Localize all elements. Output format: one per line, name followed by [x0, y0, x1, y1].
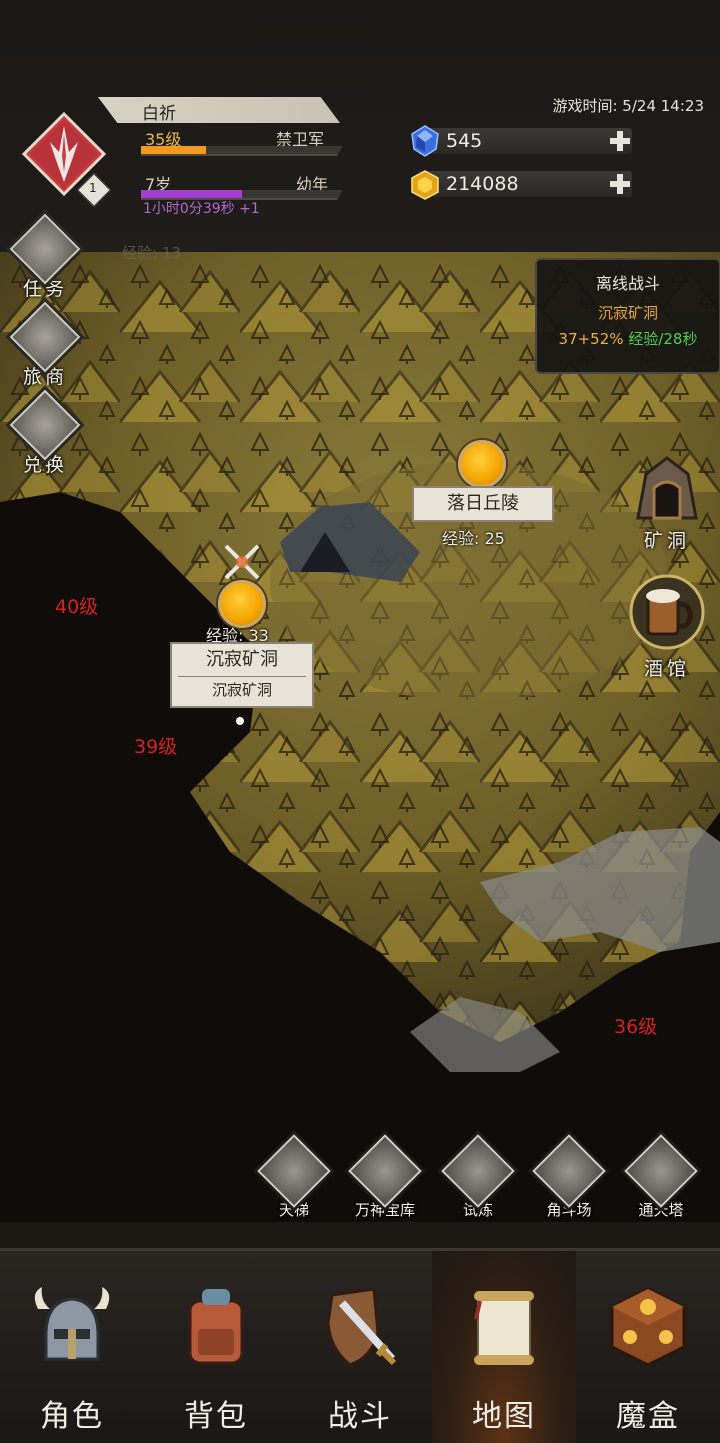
- diamond-counter: 545: [420, 128, 632, 154]
- age-timer: 1小时0分39秒 +1: [143, 201, 260, 217]
- silent-mine-subtitle: 沉寂矿洞: [211, 681, 272, 699]
- trial-sword-icon: [441, 1134, 515, 1208]
- offline-rate-suffix: 经验/28秒: [628, 330, 698, 348]
- tower-gate-icon: [624, 1134, 698, 1208]
- zone-level-36: 36级: [614, 1016, 658, 1038]
- level-progress-bar: [141, 146, 343, 156]
- mine-cave-button[interactable]: 矿洞: [622, 452, 712, 553]
- tab-magic-box-label: 魔盒: [616, 1399, 680, 1434]
- mine-cave-icon: [636, 456, 698, 520]
- mine-cave-label: 矿洞: [643, 530, 690, 552]
- viking-helmet-icon: [34, 1287, 110, 1361]
- offline-battle-location: 沉寂矿洞: [597, 304, 658, 322]
- tavern-mug-icon: [629, 574, 705, 650]
- map-terrain: [0, 252, 720, 1222]
- arena-helmet-icon: [532, 1134, 606, 1208]
- diamond-amount: 545: [446, 130, 483, 152]
- map-node-label-silent-mine[interactable]: 沉寂矿洞 沉寂矿洞: [170, 642, 314, 708]
- faded-exp-label: 经验: 13: [122, 244, 181, 262]
- tab-battle[interactable]: 战斗: [288, 1251, 432, 1443]
- map-node-label-sunset-hills[interactable]: 落日丘陵: [412, 486, 554, 522]
- zone-level-39: 39级: [134, 736, 178, 758]
- offline-rate-value: 37+52%: [558, 330, 624, 348]
- ladder-button[interactable]: 天梯: [252, 1134, 336, 1220]
- add-diamonds-button[interactable]: [608, 129, 632, 153]
- tavern-label: 酒馆: [643, 658, 690, 680]
- map-node-silent-mine[interactable]: [218, 580, 266, 628]
- game-time: 游戏时间: 5/24 14:23: [552, 97, 704, 115]
- map-scroll-icon: [474, 1291, 534, 1365]
- ladder-sword-icon: [257, 1134, 331, 1208]
- tab-map[interactable]: 地图: [432, 1251, 576, 1443]
- add-gold-button[interactable]: [608, 172, 632, 196]
- diamond-icon: [411, 125, 439, 157]
- sword-shield-icon: [326, 1287, 397, 1367]
- tab-backpack[interactable]: 背包: [144, 1251, 288, 1443]
- player-position-marker: [236, 717, 244, 725]
- zone-level-40: 40级: [55, 596, 99, 618]
- gold-counter: 214088: [420, 171, 632, 197]
- bottom-navigation: 角色 背包 战斗 地图 魔盒: [0, 1248, 720, 1443]
- arena-button[interactable]: 角斗场: [527, 1134, 611, 1220]
- age-progress-fill: [141, 190, 242, 198]
- treasure-scroll-icon: [348, 1134, 422, 1208]
- gold-icon: [411, 170, 439, 200]
- pantheon-vault-button[interactable]: 万神宝库: [343, 1134, 427, 1220]
- magic-box-icon: [610, 1287, 686, 1367]
- offline-battle-title: 离线战斗: [595, 274, 660, 293]
- tab-map-label: 地图: [472, 1399, 536, 1434]
- crossed-swords-icon: [224, 544, 260, 580]
- world-map[interactable]: [0, 252, 720, 1222]
- quest-button[interactable]: 任务: [8, 213, 82, 301]
- gold-amount: 214088: [446, 173, 519, 195]
- tower-button[interactable]: 通天塔: [619, 1134, 703, 1220]
- level-badge-number: 1: [89, 181, 97, 195]
- player-status-panel: [0, 0, 720, 252]
- tab-character-label: 角色: [40, 1399, 104, 1434]
- tavern-button[interactable]: 酒馆: [622, 572, 712, 681]
- tab-battle-label: 战斗: [328, 1399, 392, 1434]
- tab-backpack-label: 背包: [184, 1399, 248, 1434]
- tab-magic-box[interactable]: 魔盒: [576, 1251, 720, 1443]
- merchant-button[interactable]: 旅商: [8, 301, 82, 389]
- map-node-sunset-hills[interactable]: [458, 440, 506, 488]
- silent-mine-title: 沉寂矿洞: [178, 644, 306, 677]
- backpack-icon: [188, 1289, 244, 1365]
- trial-button[interactable]: 试炼: [436, 1134, 520, 1220]
- level-progress-fill: [141, 146, 206, 154]
- tab-character[interactable]: 角色: [0, 1251, 144, 1443]
- map-node-exp-sunset-hills: 经验: 25: [442, 529, 505, 548]
- offline-battle-panel[interactable]: 离线战斗 沉寂矿洞 37+52% 经验/28秒: [535, 258, 720, 374]
- player-name: 白祈: [142, 104, 176, 124]
- offline-battle-rate: 37+52% 经验/28秒: [537, 328, 719, 349]
- name-plate: [98, 97, 340, 123]
- exchange-button[interactable]: 兑换: [8, 389, 82, 477]
